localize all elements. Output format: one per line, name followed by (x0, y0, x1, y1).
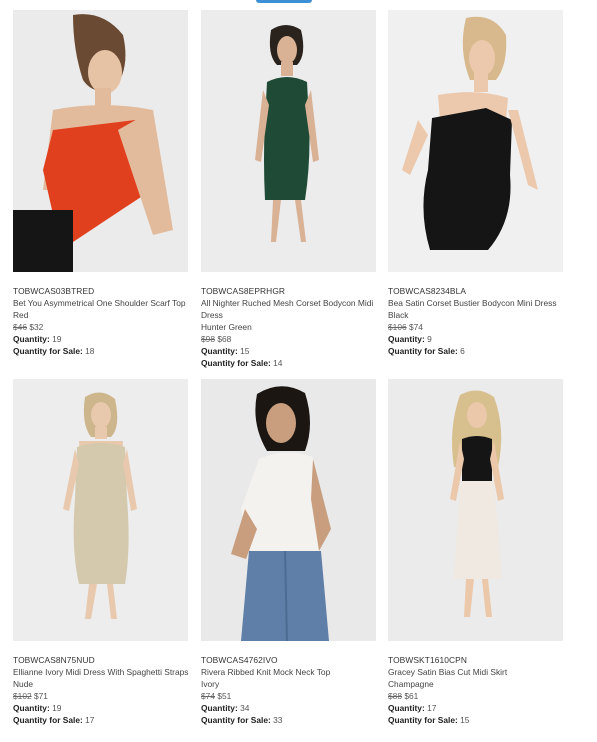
quantity-for-sale-row: Quantity for Sale: 6 (388, 345, 564, 357)
quantity-value: 19 (52, 334, 62, 344)
quantity-for-sale-value: 6 (460, 346, 465, 356)
quantity-for-sale-label: Quantity for Sale: (388, 715, 458, 725)
quantity-row: Quantity: 19 (13, 333, 189, 345)
quantity-for-sale-label: Quantity for Sale: (388, 346, 458, 356)
sale-price: $74 (408, 322, 423, 332)
quantity-for-sale-row: Quantity for Sale: 18 (13, 345, 189, 357)
product-price: $88 $61 (388, 690, 564, 702)
quantity-for-sale-row: Quantity for Sale: 33 (201, 714, 377, 726)
model-red-top-photo (13, 10, 188, 272)
product-image[interactable] (388, 10, 563, 272)
old-price: $88 (388, 691, 402, 701)
product-name[interactable]: Bet You Asymmetrical One Shoulder Scarf … (13, 297, 189, 309)
quantity-label: Quantity: (388, 334, 425, 344)
quantity-for-sale-label: Quantity for Sale: (13, 346, 83, 356)
quantity-value: 9 (427, 334, 432, 344)
product-name[interactable]: Gracey Satin Bias Cut Midi Skirt (388, 666, 564, 678)
product-sku: TOBWCAS4762IVO (201, 655, 278, 665)
sale-price: $32 (29, 322, 44, 332)
quantity-label: Quantity: (388, 703, 425, 713)
product-color: Champagne (388, 679, 434, 689)
quantity-for-sale-label: Quantity for Sale: (201, 715, 271, 725)
product-color: Nude (13, 679, 34, 689)
quantity-value: 34 (240, 703, 250, 713)
sale-price: $61 (404, 691, 419, 701)
quantity-row: Quantity: 19 (13, 702, 189, 714)
product-price: $102 $71 (13, 690, 189, 702)
product-name[interactable]: All Nighter Ruched Mesh Corset Bodycon M… (201, 297, 377, 321)
product-image[interactable] (13, 10, 188, 272)
old-price: $102 (13, 691, 32, 701)
sale-price: $71 (33, 691, 48, 701)
quantity-for-sale-label: Quantity for Sale: (13, 715, 83, 725)
quantity-for-sale-label: Quantity for Sale: (201, 358, 271, 368)
quantity-row: Quantity: 15 (201, 345, 377, 357)
product-card[interactable]: TOBWSKT1610CPN Gracey Satin Bias Cut Mid… (388, 379, 564, 726)
quantity-label: Quantity: (13, 703, 50, 713)
model-nude-dress-photo (13, 379, 188, 641)
product-name[interactable]: Bea Satin Corset Bustier Bodycon Mini Dr… (388, 297, 564, 309)
sale-price: $68 (217, 334, 232, 344)
old-price: $74 (201, 691, 215, 701)
product-color: Black (388, 310, 409, 320)
product-sku: TOBWCAS03BTRED (13, 286, 95, 296)
product-image[interactable] (13, 379, 188, 641)
quantity-row: Quantity: 34 (201, 702, 377, 714)
quantity-for-sale-row: Quantity for Sale: 15 (388, 714, 564, 726)
quantity-label: Quantity: (13, 334, 50, 344)
product-card[interactable]: TOBWCAS8N75NUD Ellianne Ivory Midi Dress… (13, 379, 189, 726)
quantity-row: Quantity: 17 (388, 702, 564, 714)
quantity-for-sale-value: 15 (460, 715, 470, 725)
sale-price: $51 (217, 691, 232, 701)
quantity-label: Quantity: (201, 703, 238, 713)
model-ivory-top-photo (201, 379, 376, 641)
old-price: $98 (201, 334, 215, 344)
product-card[interactable]: TOBWCAS8EPRHGR All Nighter Ruched Mesh C… (201, 10, 377, 369)
model-green-dress-photo (201, 10, 376, 272)
product-image[interactable] (201, 379, 376, 641)
quantity-for-sale-value: 18 (85, 346, 95, 356)
quantity-for-sale-row: Quantity for Sale: 14 (201, 357, 377, 369)
product-sku: TOBWCAS8N75NUD (13, 655, 95, 665)
model-black-dress-photo (388, 10, 563, 272)
product-card[interactable]: TOBWCAS4762IVO Rivera Ribbed Knit Mock N… (201, 379, 377, 726)
quantity-row: Quantity: 9 (388, 333, 564, 345)
quantity-value: 19 (52, 703, 62, 713)
product-color: Red (13, 310, 29, 320)
product-price: $74 $51 (201, 690, 377, 702)
product-price: $106 $74 (388, 321, 564, 333)
product-color: Hunter Green (201, 322, 252, 332)
quantity-for-sale-value: 17 (85, 715, 95, 725)
product-card[interactable]: TOBWCAS8234BLA Bea Satin Corset Bustier … (388, 10, 564, 357)
old-price: $46 (13, 322, 27, 332)
product-price: $98 $68 (201, 333, 377, 345)
product-name[interactable]: Rivera Ribbed Knit Mock Neck Top (201, 666, 377, 678)
quantity-value: 17 (427, 703, 437, 713)
quantity-for-sale-value: 14 (273, 358, 283, 368)
quantity-for-sale-row: Quantity for Sale: 17 (13, 714, 189, 726)
product-sku: TOBWCAS8234BLA (388, 286, 467, 296)
active-tab-indicator[interactable] (256, 0, 312, 3)
model-champagne-skirt-photo (388, 379, 563, 641)
product-sku: TOBWSKT1610CPN (388, 655, 467, 665)
old-price: $106 (388, 322, 407, 332)
product-price: $46 $32 (13, 321, 189, 333)
product-image[interactable] (388, 379, 563, 641)
product-card[interactable]: TOBWCAS03BTRED Bet You Asymmetrical One … (13, 10, 189, 357)
quantity-label: Quantity: (201, 346, 238, 356)
product-color: Ivory (201, 679, 220, 689)
product-sku: TOBWCAS8EPRHGR (201, 286, 286, 296)
product-image[interactable] (201, 10, 376, 272)
quantity-value: 15 (240, 346, 250, 356)
product-name[interactable]: Ellianne Ivory Midi Dress With Spaghetti… (13, 666, 189, 678)
quantity-for-sale-value: 33 (273, 715, 283, 725)
